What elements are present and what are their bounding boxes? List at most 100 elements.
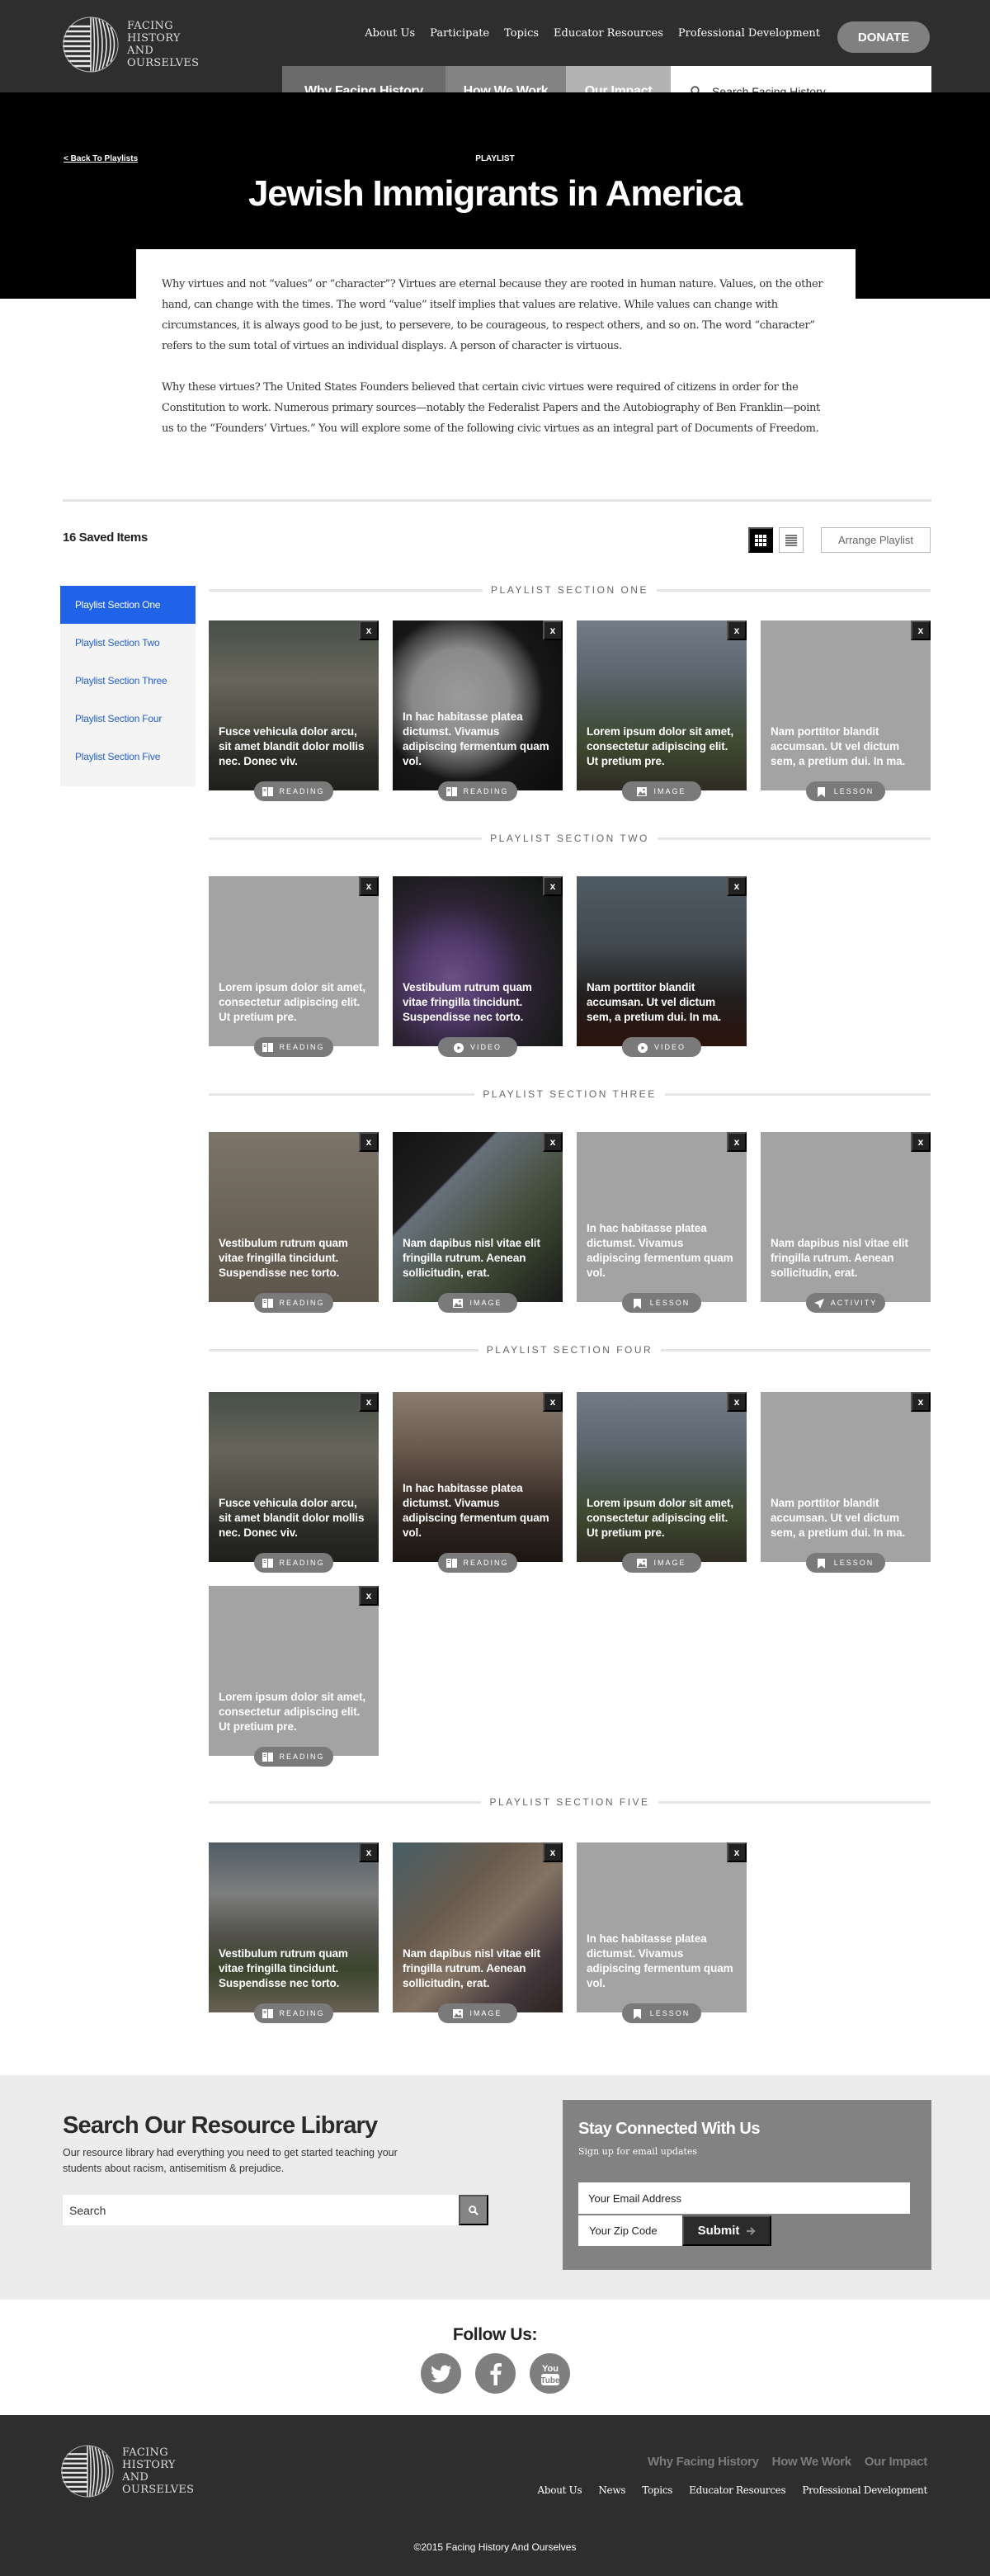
remove-card-button[interactable]: x — [727, 1132, 747, 1152]
remove-card-button[interactable]: x — [727, 620, 747, 640]
content-type-label: READING — [463, 1559, 509, 1567]
footer-link-how-we-work[interactable]: How We Work — [772, 2455, 851, 2469]
remove-card-button[interactable]: x — [359, 1132, 379, 1152]
remove-card-button[interactable]: x — [911, 620, 931, 640]
twitter-link[interactable] — [421, 2353, 461, 2394]
playlist-card[interactable]: Nam dapibus nisl vitae elit fringilla ru… — [761, 1132, 931, 1302]
library-title: Search Our Resource Library — [63, 2112, 378, 2139]
playlist-card[interactable]: Nam dapibus nisl vitae elit fringilla ru… — [393, 1132, 563, 1302]
bookmark-icon — [633, 1298, 644, 1309]
playlist-card[interactable]: Fusce vehicula dolor arcu, sit amet blan… — [209, 620, 379, 790]
playlist-card[interactable]: In hac habitasse platea dictumst. Vivamu… — [577, 1842, 747, 2012]
content-type-badge: IMAGE — [438, 1293, 517, 1313]
content-type-label: READING — [279, 1043, 325, 1051]
zip-code-field[interactable]: Your Zip Code — [578, 2215, 682, 2246]
sidebar-item-section-two[interactable]: Playlist Section Two — [60, 624, 196, 662]
play-icon — [637, 1042, 648, 1053]
close-icon: x — [549, 1396, 556, 1408]
card-title: Nam dapibus nisl vitae elit fringilla ru… — [403, 1947, 540, 1989]
footer-link-topics[interactable]: Topics — [642, 2484, 672, 2496]
content-type-label: LESSON — [833, 1559, 874, 1567]
list-view-button[interactable] — [779, 527, 804, 553]
section-rule — [209, 1800, 482, 1804]
donate-button[interactable]: DONATE — [837, 21, 930, 53]
book-icon — [262, 1298, 274, 1308]
nav-educator-resources[interactable]: Educator Resources — [554, 27, 663, 40]
utility-nav: About Us Participate Topics Educator Res… — [365, 27, 820, 40]
playlist-card[interactable]: Lorem ipsum dolor sit amet, consectetur … — [209, 876, 379, 1046]
library-search-button[interactable] — [459, 2195, 488, 2225]
description-paragraph: Why these virtues? The United States Fou… — [162, 381, 820, 435]
playlist-card[interactable]: Nam dapibus nisl vitae elit fringilla ru… — [393, 1842, 563, 2012]
sidebar-item-section-three[interactable]: Playlist Section Three — [60, 662, 196, 700]
remove-card-button[interactable]: x — [359, 1586, 379, 1606]
footer-link-educator-resources[interactable]: Educator Resources — [689, 2484, 786, 2496]
playlist-card[interactable]: In hac habitasse platea dictumst. Vivamu… — [393, 1392, 563, 1562]
remove-card-button[interactable]: x — [359, 876, 379, 896]
divider — [63, 499, 931, 502]
submit-button[interactable]: Submit — [682, 2215, 771, 2246]
remove-card-button[interactable]: x — [543, 620, 563, 640]
nav-about-us[interactable]: About Us — [365, 27, 415, 40]
remove-card-button[interactable]: x — [543, 1392, 563, 1412]
footer-link-our-impact[interactable]: Our Impact — [865, 2455, 927, 2469]
remove-card-button[interactable]: x — [727, 1842, 747, 1862]
nav-topics[interactable]: Topics — [504, 27, 539, 40]
playlist-card[interactable]: Vestibulum rutrum quam vitae fringilla t… — [393, 876, 563, 1046]
close-icon: x — [733, 880, 740, 892]
remove-card-button[interactable]: x — [727, 876, 747, 896]
section-rule — [209, 1348, 478, 1352]
site-logo[interactable]: FACING HISTORY AND OURSELVES — [63, 17, 199, 73]
playlist-card[interactable]: Nam porttitor blandit accumsan. Ut vel d… — [577, 876, 747, 1046]
remove-card-button[interactable]: x — [911, 1132, 931, 1152]
library-search-input[interactable]: Search — [63, 2195, 459, 2225]
playlist-card[interactable]: Vestibulum rutrum quam vitae fringilla t… — [209, 1842, 379, 2012]
remove-card-button[interactable]: x — [543, 876, 563, 896]
sidebar-item-section-five[interactable]: Playlist Section Five — [60, 738, 196, 776]
content-type-label: VIDEO — [653, 1043, 686, 1051]
content-type-label: IMAGE — [469, 2009, 502, 2017]
image-icon — [453, 2008, 464, 2018]
remove-card-button[interactable]: x — [911, 1392, 931, 1412]
playlist-card[interactable]: Lorem ipsum dolor sit amet, consectetur … — [577, 1392, 747, 1562]
sidebar-item-section-four[interactable]: Playlist Section Four — [60, 700, 196, 738]
footer-link-professional-development[interactable]: Professional Development — [802, 2484, 927, 2496]
section-rule — [657, 837, 931, 840]
remove-card-button[interactable]: x — [543, 1132, 563, 1152]
remove-card-button[interactable]: x — [727, 1392, 747, 1412]
card-title: Lorem ipsum dolor sit amet, consectetur … — [587, 1497, 734, 1539]
playlist-card[interactable]: Nam porttitor blandit accumsan. Ut vel d… — [761, 620, 931, 790]
footer-link-news[interactable]: News — [598, 2484, 625, 2496]
content-type-label: VIDEO — [469, 1043, 502, 1051]
remove-card-button[interactable]: x — [543, 1842, 563, 1862]
playlist-card[interactable]: In hac habitasse platea dictumst. Vivamu… — [393, 620, 563, 790]
playlist-card[interactable]: Lorem ipsum dolor sit amet, consectetur … — [209, 1586, 379, 1756]
card-title: Fusce vehicula dolor arcu, sit amet blan… — [219, 1497, 365, 1539]
youtube-link[interactable]: You Tube — [530, 2353, 570, 2394]
grid-view-button[interactable] — [748, 527, 773, 553]
content-type-badge: LESSON — [622, 2003, 701, 2023]
footer-link-about-us[interactable]: About Us — [538, 2484, 582, 2496]
logo-line: FACING — [127, 20, 173, 32]
section-rule — [209, 837, 483, 840]
remove-card-button[interactable]: x — [359, 1842, 379, 1862]
playlist-card[interactable]: Lorem ipsum dolor sit amet, consectetur … — [577, 620, 747, 790]
remove-card-button[interactable]: x — [359, 620, 379, 640]
facebook-link[interactable] — [475, 2353, 516, 2394]
playlist-card[interactable]: Nam porttitor blandit accumsan. Ut vel d… — [761, 1392, 931, 1562]
nav-professional-development[interactable]: Professional Development — [678, 27, 820, 40]
play-icon — [453, 1042, 464, 1053]
section-title: PLAYLIST SECTION TWO — [490, 833, 649, 844]
nav-participate[interactable]: Participate — [430, 27, 489, 40]
sidebar-item-section-one[interactable]: Playlist Section One — [60, 586, 196, 624]
footer-secondary-nav: About Us News Topics Educator Resources … — [538, 2484, 928, 2496]
email-field[interactable]: Your Email Address — [578, 2182, 910, 2214]
playlist-card[interactable]: Fusce vehicula dolor arcu, sit amet blan… — [209, 1392, 379, 1562]
footer-logo[interactable]: FACING HISTORY AND OURSELVES — [61, 2445, 194, 2498]
arrange-playlist-button[interactable]: Arrange Playlist — [821, 527, 931, 553]
remove-card-button[interactable]: x — [359, 1392, 379, 1412]
footer-link-why-facing-history[interactable]: Why Facing History — [648, 2455, 759, 2469]
playlist-card[interactable]: Vestibulum rutrum quam vitae fringilla t… — [209, 1132, 379, 1302]
globe-logo-icon — [63, 17, 119, 73]
playlist-card[interactable]: In hac habitasse platea dictumst. Vivamu… — [577, 1132, 747, 1302]
